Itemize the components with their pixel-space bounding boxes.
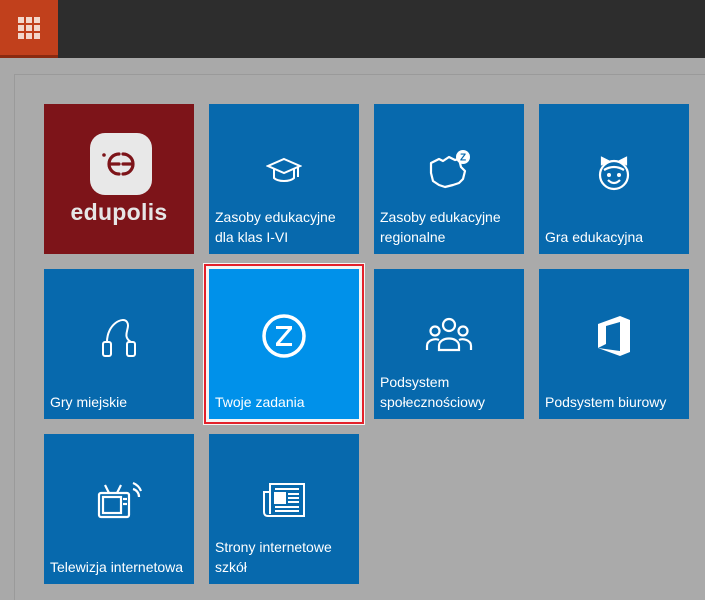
newspaper-icon (263, 483, 305, 517)
tile-label: Zasoby edukacyjne dla klas I-VI (215, 209, 336, 245)
tile-label: Telewizja internetowa (50, 559, 184, 575)
child-face-icon (598, 156, 630, 191)
office-icon (598, 316, 630, 356)
tile-zasoby-regionalne[interactable]: Z Zasoby edukacyjne regionalne (374, 104, 524, 254)
tile-podsystem-spolecznosciowy[interactable]: Podsystem społecznościowy (374, 269, 524, 419)
tv-icon (97, 481, 143, 519)
tile-label: Podsystem społecznościowy (380, 374, 486, 410)
apps-menu-button[interactable] (0, 0, 58, 58)
tile-zasoby-klas[interactable]: Zasoby edukacyjne dla klas I-VI (209, 104, 359, 254)
region-map-icon: Z (429, 150, 470, 189)
brand-wordmark: edupolis (70, 199, 168, 225)
tile-podsystem-biurowy[interactable]: Podsystem biurowy (539, 269, 689, 419)
tile-label: Zasoby edukacyjne regionalne (380, 209, 501, 245)
graduation-cap-icon (266, 157, 302, 182)
people-group-icon (425, 317, 473, 352)
tile-gry-miejskie[interactable]: Gry miejskie (44, 269, 194, 419)
tile-label: Gra edukacyjna (545, 229, 644, 245)
z-circle-icon (262, 314, 306, 358)
tile-strony-szkol[interactable]: Strony internetowe szkół (209, 434, 359, 584)
svg-text:Z: Z (460, 153, 466, 164)
tile-edupolis[interactable]: edupolis (44, 104, 194, 254)
tile-label: Podsystem biurowy (545, 394, 667, 410)
edupolis-logo-icon (90, 133, 152, 195)
top-bar (0, 0, 705, 58)
tile-label: Twoje zadania (215, 394, 305, 410)
tile-label: Strony internetowe szkół (215, 539, 332, 575)
tile-label: Gry miejskie (50, 394, 128, 410)
jump-rope-icon (102, 319, 136, 357)
tile-telewizja-internetowa[interactable]: Telewizja internetowa (44, 434, 194, 584)
grid-icon (18, 16, 40, 39)
tile-gra-edukacyjna[interactable]: Gra edukacyjna (539, 104, 689, 254)
tile-twoje-zadania[interactable]: Twoje zadania (204, 264, 364, 424)
